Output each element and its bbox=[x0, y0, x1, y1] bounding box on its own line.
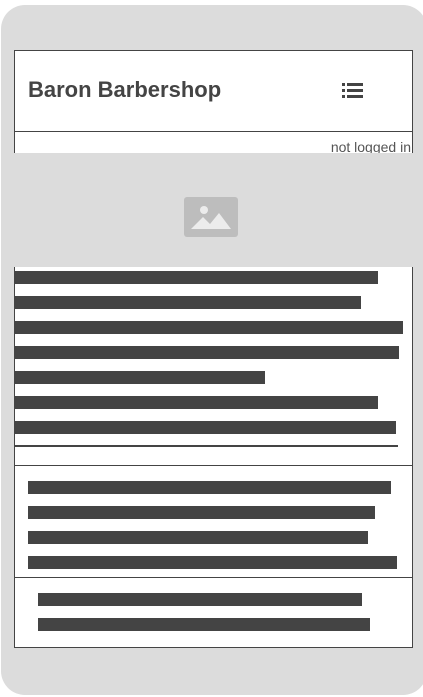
text-line bbox=[15, 271, 378, 284]
list-menu-icon-glyph bbox=[342, 83, 363, 98]
text-line bbox=[28, 481, 391, 494]
hero-image-placeholder bbox=[1, 153, 423, 267]
brand-title[interactable]: Baron Barbershop bbox=[28, 77, 221, 103]
text-line bbox=[28, 556, 397, 569]
app-header: Baron Barbershop bbox=[14, 50, 413, 132]
text-line bbox=[15, 421, 396, 434]
text-line bbox=[38, 618, 370, 631]
list-menu-icon[interactable] bbox=[342, 83, 363, 98]
section-separator bbox=[14, 577, 413, 578]
text-line bbox=[15, 346, 399, 359]
text-line bbox=[38, 593, 362, 606]
text-line bbox=[28, 531, 368, 544]
text-line bbox=[15, 321, 403, 334]
text-line bbox=[15, 396, 378, 409]
text-line bbox=[15, 296, 361, 309]
section-separator bbox=[14, 465, 413, 466]
section-underline bbox=[15, 445, 398, 447]
text-line bbox=[15, 371, 265, 384]
text-line bbox=[28, 506, 375, 519]
image-placeholder-icon bbox=[184, 197, 238, 237]
